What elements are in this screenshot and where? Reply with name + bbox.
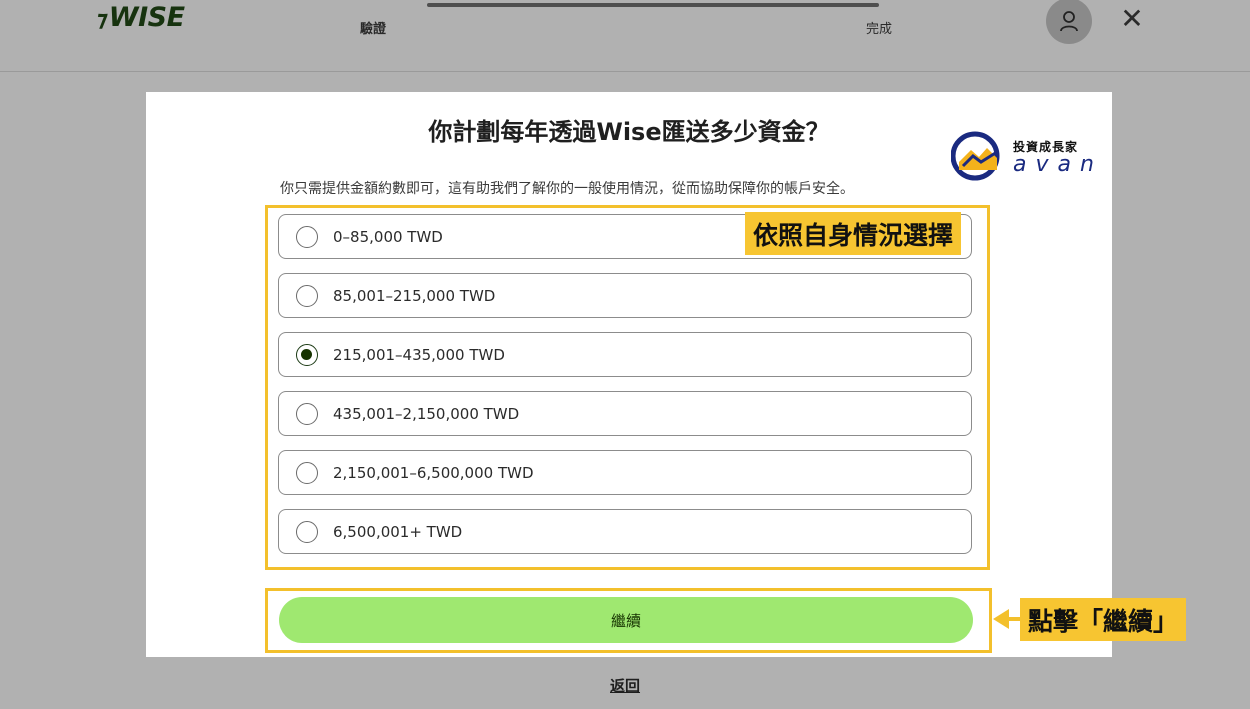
modal-subtitle: 你只需提供金額約數即可，這有助我們了解你的一般使用情況，從而協助保障你的帳戶安全…	[280, 181, 854, 197]
step-verify: 驗證	[360, 22, 387, 37]
wise-flag-icon: ⁊	[96, 7, 107, 32]
logo-text: WISE	[108, 2, 185, 33]
brand-bottom-text: avan	[1013, 152, 1103, 177]
arrow-left-icon	[993, 609, 1009, 629]
brand-watermark: 投資成長家 avan	[951, 130, 1106, 182]
top-bar: ⁊WISE 驗證 完成 ✕	[0, 0, 1250, 72]
continue-button[interactable]: 繼續	[279, 597, 973, 643]
options-callout: 依照自身情況選擇	[745, 212, 962, 255]
arrow-shaft	[1007, 617, 1021, 621]
back-link[interactable]: 返回	[610, 675, 640, 696]
avatar[interactable]	[1046, 0, 1092, 44]
progress-bar	[427, 3, 879, 7]
wise-logo[interactable]: ⁊WISE	[96, 2, 185, 33]
options-highlight-box	[265, 205, 990, 570]
close-button[interactable]: ✕	[1117, 4, 1147, 34]
continue-callout: 點擊「繼續」	[1020, 598, 1187, 641]
step-done: 完成	[866, 22, 893, 37]
user-icon	[1060, 11, 1078, 32]
brand-logo-icon	[951, 131, 1000, 181]
close-icon: ✕	[1120, 2, 1144, 35]
